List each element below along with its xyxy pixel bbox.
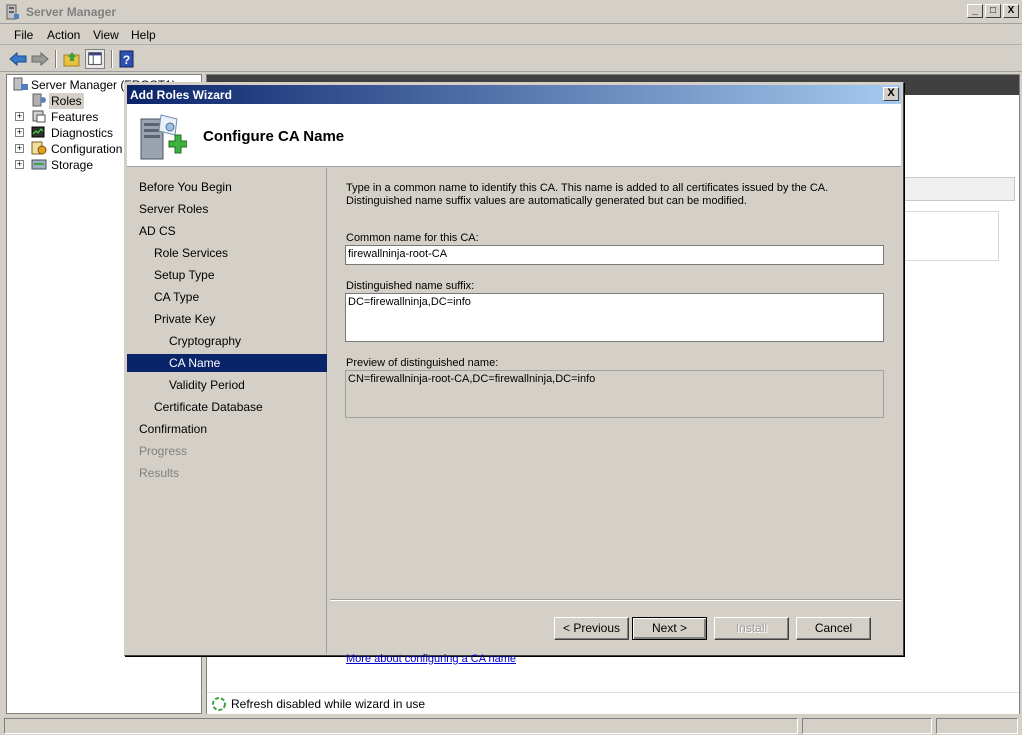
maximize-button[interactable]: □ (985, 4, 1001, 18)
expand-icon[interactable]: + (15, 144, 24, 153)
status-cell (936, 718, 1018, 734)
forward-arrow-icon[interactable] (30, 49, 50, 69)
description-line: Distinguished name suffix values are aut… (346, 195, 747, 207)
wizard-titlebar: Add Roles Wizard X (127, 85, 901, 104)
close-button[interactable]: X (1003, 4, 1019, 18)
show-hide-tree-icon[interactable] (85, 49, 105, 69)
configuration-icon (31, 141, 47, 155)
nav-step-validity-period[interactable]: Validity Period (127, 376, 327, 394)
nav-step-private-key[interactable]: Private Key (127, 310, 327, 328)
expand-icon[interactable]: + (15, 160, 24, 169)
wizard-banner: Configure CA Name (127, 104, 901, 167)
common-name-label: Common name for this CA: (346, 232, 479, 244)
menu-action[interactable]: Action (47, 28, 80, 42)
refresh-icon (212, 697, 226, 711)
nav-step-results: Results (139, 466, 180, 480)
expand-icon[interactable]: + (15, 128, 24, 137)
certificate-server-add-icon (140, 114, 187, 160)
description-line: Type in a common name to identify this C… (346, 182, 829, 194)
nav-step-confirmation[interactable]: Confirmation (127, 420, 327, 438)
nav-step-cryptography[interactable]: Cryptography (127, 332, 327, 350)
previous-button[interactable]: < Previous (554, 617, 629, 640)
wizard-close-button[interactable]: X (883, 87, 899, 101)
wizard-page-heading: Configure CA Name (203, 128, 345, 145)
add-roles-wizard: Add Roles Wizard X Configure CA Name Bef… (124, 82, 904, 665)
wizard-content: Type in a common name to identify this C… (330, 168, 901, 665)
toolbar-separator (55, 50, 57, 68)
wizard-step-nav: Before You Begin Server Roles AD CS Role… (127, 168, 327, 654)
tree-item-roles[interactable]: Roles (49, 93, 84, 109)
server-manager-icon (6, 4, 19, 20)
install-button: Install (714, 617, 789, 640)
nav-step-server-roles[interactable]: Server Roles (127, 200, 327, 218)
common-name-input[interactable]: firewallninja-root-CA (345, 245, 884, 265)
menu-view[interactable]: View (93, 28, 119, 42)
window-title: Server Manager (26, 5, 117, 19)
status-cell (4, 718, 798, 734)
nav-step-before-you-begin[interactable]: Before You Begin (127, 178, 327, 196)
refresh-status-text: Refresh disabled while wizard in use (231, 697, 426, 711)
refresh-status: Refresh disabled while wizard in use (207, 692, 1019, 714)
nav-step-ca-name[interactable]: CA Name (127, 354, 327, 372)
svg-text:?: ? (123, 53, 130, 67)
dn-suffix-textarea[interactable]: DC=firewallninja,DC=info (345, 293, 884, 342)
wizard-button-bar: < Previous Next > Install Cancel (330, 599, 901, 654)
nav-step-ca-type[interactable]: CA Type (127, 288, 327, 306)
tree-item-features[interactable]: Features (51, 109, 98, 125)
preview-dn-field: CN=firewallninja-root-CA,DC=firewallninj… (345, 370, 884, 418)
nav-step-setup-type[interactable]: Setup Type (127, 266, 327, 284)
nav-step-progress: Progress (139, 444, 188, 458)
menu-file[interactable]: File (14, 28, 33, 42)
help-link[interactable]: More about configuring a CA name (346, 653, 516, 665)
status-cell (802, 718, 932, 734)
nav-step-certificate-database[interactable]: Certificate Database (127, 398, 327, 416)
roles-icon (32, 93, 46, 107)
toolbar-separator (111, 50, 113, 68)
menu-help[interactable]: Help (131, 28, 156, 42)
details-box (903, 211, 999, 261)
features-icon (32, 110, 46, 123)
tree-item-storage[interactable]: Storage (51, 157, 93, 173)
main-titlebar: Server Manager _ □ X (0, 0, 1022, 24)
back-arrow-icon[interactable] (8, 49, 28, 69)
wizard-description: Type in a common name to identify this C… (346, 182, 886, 208)
nav-step-role-services[interactable]: Role Services (127, 244, 327, 262)
server-manager-icon (13, 77, 28, 91)
help-icon[interactable]: ? (117, 49, 137, 69)
expand-icon[interactable]: + (15, 112, 24, 121)
up-folder-icon[interactable] (62, 49, 82, 69)
next-button[interactable]: Next > (632, 617, 707, 640)
status-bar (0, 716, 1022, 735)
tree-item-configuration[interactable]: Configuration (51, 141, 122, 157)
details-section (903, 177, 1015, 201)
wizard-title: Add Roles Wizard (130, 88, 232, 102)
storage-icon (31, 159, 47, 170)
menu-bar: File Action View Help (0, 25, 1022, 45)
minimize-button[interactable]: _ (967, 4, 983, 18)
dn-suffix-label: Distinguished name suffix: (346, 280, 475, 292)
cancel-button[interactable]: Cancel (796, 617, 871, 640)
toolbar: ? (0, 46, 1022, 72)
preview-label: Preview of distinguished name: (346, 357, 499, 369)
nav-step-ad-cs[interactable]: AD CS (127, 222, 327, 240)
diagnostics-icon (31, 126, 45, 138)
tree-item-diagnostics[interactable]: Diagnostics (51, 125, 113, 141)
